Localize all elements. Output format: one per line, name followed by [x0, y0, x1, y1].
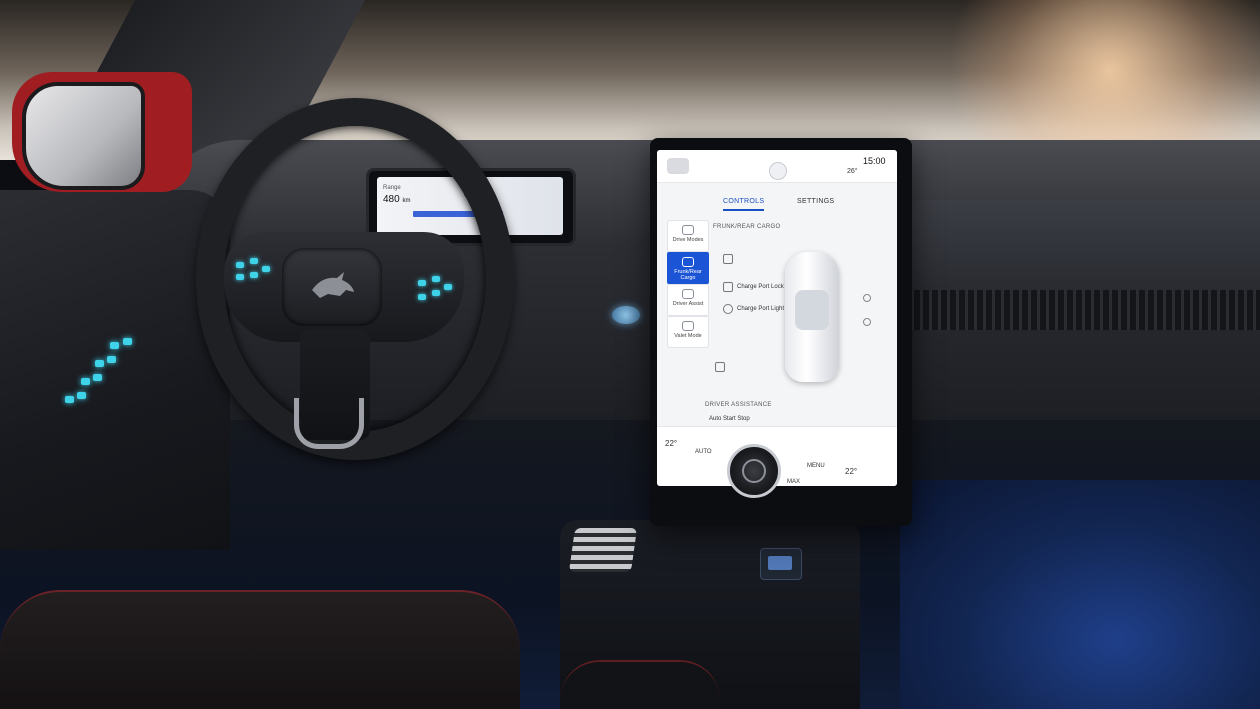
- passenger-footwell: [900, 480, 1260, 709]
- sidebar-item-label: Frunk/Rear Cargo: [674, 269, 702, 281]
- sidebar-item-frunk-rear-cargo[interactable]: Frunk/Rear Cargo: [667, 252, 709, 284]
- steering-wheel-chrome-accent: [294, 398, 364, 449]
- side-mirror-glass: [22, 82, 145, 190]
- vehicle-roof-glass: [795, 290, 829, 330]
- passenger-seat: [560, 660, 720, 709]
- lock-icon: [723, 282, 733, 292]
- start-button[interactable]: [612, 306, 640, 324]
- tab-controls[interactable]: CONTROLS: [723, 198, 765, 211]
- sidebar-item-drive-modes[interactable]: Drive Modes: [667, 220, 709, 252]
- volume-knob-ring: [742, 459, 766, 483]
- charge-port-light-label[interactable]: Charge Port Light: [737, 306, 784, 312]
- right-temp[interactable]: 22°: [845, 467, 857, 476]
- mustang-logo-icon: [312, 272, 354, 298]
- tab-bar: CONTROLS SETTINGS: [657, 188, 897, 216]
- menu-button[interactable]: MENU: [807, 463, 825, 469]
- usb-port-light: [768, 556, 792, 570]
- info-icon[interactable]: [863, 318, 871, 326]
- status-bar: 15:00 26°: [657, 150, 897, 183]
- frunk-icon[interactable]: [723, 254, 733, 264]
- home-button-icon[interactable]: [769, 162, 787, 180]
- sidebar-item-label: Driver Assist: [672, 301, 704, 307]
- car-interior-scene: Range 480 km 0 15:00 26° CONTROLS SETTIN…: [0, 0, 1260, 709]
- valet-mode-icon: [682, 321, 694, 331]
- cargo-icon: [682, 257, 694, 267]
- steering-wheel-logo: [282, 248, 382, 326]
- outside-temperature: 26°: [847, 168, 858, 175]
- drive-modes-icon: [682, 225, 694, 235]
- car-thumbnail-icon[interactable]: [667, 158, 689, 174]
- center-touchscreen[interactable]: 15:00 26° CONTROLS SETTINGS Drive Modes …: [657, 150, 897, 486]
- section-title-driver-assistance: DRIVER ASSISTANCE: [705, 402, 772, 408]
- sidebar-item-label: Valet Mode: [674, 333, 702, 339]
- controls-sidebar: Drive Modes Frunk/Rear Cargo Driver Assi…: [667, 220, 709, 348]
- auto-button[interactable]: AUTO: [695, 449, 712, 455]
- section-title-cargo: FRUNK/REAR CARGO: [713, 224, 781, 230]
- sidebar-item-driver-assist[interactable]: Driver Assist: [667, 284, 709, 316]
- info-icon[interactable]: [863, 294, 871, 302]
- rear-cargo-icon[interactable]: [715, 362, 725, 372]
- tab-settings[interactable]: SETTINGS: [797, 198, 834, 205]
- driver-assist-icon: [682, 289, 694, 299]
- accelerator-pedal: [568, 528, 638, 572]
- light-icon: [723, 304, 733, 314]
- window-switch-panel[interactable]: [55, 330, 155, 420]
- driver-seat: [0, 590, 520, 709]
- max-button[interactable]: MAX: [787, 479, 800, 485]
- air-vent: [905, 290, 1260, 330]
- charge-port-lock-label[interactable]: Charge Port Lock: [737, 284, 784, 290]
- auto-start-stop-label: Auto Start Stop: [709, 416, 750, 422]
- clock: 15:00: [863, 156, 886, 166]
- sidebar-item-label: Drive Modes: [672, 237, 704, 243]
- sidebar-item-valet-mode[interactable]: Valet Mode: [667, 316, 709, 348]
- left-temp[interactable]: 22°: [665, 439, 677, 448]
